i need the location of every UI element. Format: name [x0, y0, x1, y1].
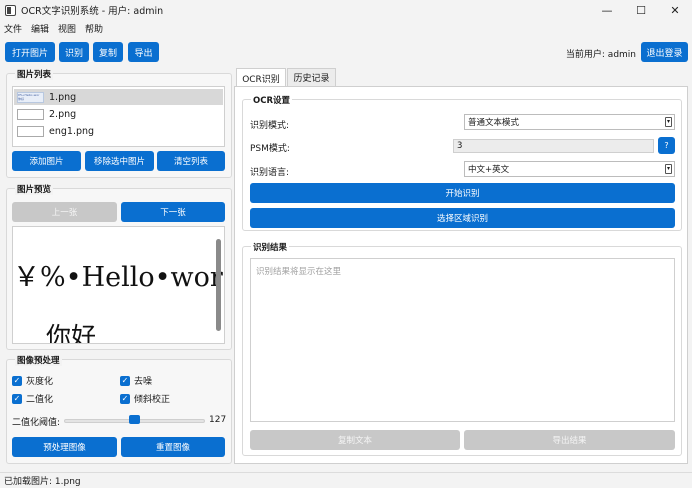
add-image-button[interactable]: 添加图片 — [12, 151, 81, 171]
window-controls: — ☐ ✕ — [590, 0, 692, 20]
list-item[interactable]: eng1.png — [14, 123, 223, 139]
remove-image-button[interactable]: 移除选中图片 — [85, 151, 154, 171]
app-icon — [5, 4, 16, 16]
menu-view[interactable]: 视图 — [58, 22, 76, 35]
threshold-slider-handle[interactable] — [129, 415, 140, 424]
denoise-checkbox[interactable]: ✓ 去噪 — [120, 374, 152, 387]
result-placeholder: 识别结果将显示在这里 — [256, 267, 342, 277]
file-name: 2.png — [49, 108, 77, 120]
psm-help-button[interactable]: ? — [658, 137, 675, 154]
image-preview-title: 图片预览 — [15, 183, 54, 195]
preprocess-title: 图像预处理 — [15, 354, 62, 366]
open-image-button[interactable]: 打开图片 — [5, 42, 55, 62]
result-title: 识别结果 — [251, 241, 290, 253]
menu-edit[interactable]: 编辑 — [31, 22, 49, 35]
language-select[interactable]: 中文+英文 ▾ — [464, 161, 675, 177]
maximize-icon[interactable]: ☐ — [624, 0, 658, 20]
mode-select-value: 普通文本模式 — [468, 118, 520, 128]
current-user-label: 当前用户: admin — [565, 50, 636, 60]
thumbnail-icon — [17, 125, 44, 137]
region-recognition-button[interactable]: 选择区域识别 — [250, 208, 675, 228]
preprocess-button[interactable]: 预处理图像 — [12, 437, 117, 457]
preview-text-line: 你好 — [46, 322, 97, 344]
tab-history[interactable]: 历史记录 — [287, 68, 336, 87]
recognize-button[interactable]: 识别 — [59, 42, 89, 62]
grayscale-checkbox[interactable]: ✓ 灰度化 — [12, 374, 53, 387]
export-button[interactable]: 导出 — [128, 42, 159, 62]
prev-image-button[interactable]: 上一张 — [12, 202, 117, 222]
image-file-list[interactable]: ¥%•Hello•wor 你好 1.png 2.png eng1.png — [12, 86, 225, 147]
menu-file[interactable]: 文件 — [4, 22, 22, 35]
title-bar: OCR文字识别系统 - 用户: admin — ☐ ✕ — [0, 0, 692, 20]
file-name: 1.png — [49, 91, 77, 103]
result-textarea[interactable]: 识别结果将显示在这里 — [250, 258, 675, 422]
clear-list-button[interactable]: 清空列表 — [157, 151, 225, 171]
window-title: OCR文字识别系统 - 用户: admin — [21, 6, 164, 17]
file-name: eng1.png — [49, 125, 95, 137]
mode-select[interactable]: 普通文本模式 ▾ — [464, 114, 675, 130]
close-icon[interactable]: ✕ — [658, 0, 692, 20]
preview-scrollbar[interactable] — [216, 239, 221, 331]
preview-text-line: ￥%•Hello•wor — [13, 262, 223, 293]
status-bar: 已加载图片: 1.png — [0, 472, 692, 488]
logout-button[interactable]: 退出登录 — [641, 42, 688, 62]
ocr-settings-title: OCR设置 — [251, 94, 293, 106]
threshold-value: 127 — [209, 415, 227, 425]
copy-button[interactable]: 复制 — [93, 42, 123, 62]
mode-label: 识别模式: — [250, 121, 290, 131]
language-select-value: 中文+英文 — [468, 165, 510, 175]
checkbox-label: 灰度化 — [26, 377, 54, 387]
deskew-checkbox[interactable]: ✓ 倾斜校正 — [120, 392, 170, 405]
check-icon: ✓ — [12, 393, 22, 404]
thumbnail-icon — [17, 108, 44, 120]
status-text: 已加载图片: 1.png — [4, 477, 81, 487]
reset-image-button[interactable]: 重置图像 — [121, 437, 225, 457]
next-image-button[interactable]: 下一张 — [121, 202, 225, 222]
image-list-title: 图片列表 — [15, 68, 54, 80]
binarize-checkbox[interactable]: ✓ 二值化 — [12, 392, 53, 405]
copy-text-button[interactable]: 复制文本 — [250, 430, 460, 450]
thumbnail-icon: ¥%•Hello•wor 你好 — [17, 91, 44, 103]
menu-bar: 文件 编辑 视图 帮助 — [0, 20, 112, 36]
checkbox-label: 去噪 — [134, 377, 153, 387]
toolbar: 打开图片 识别 复制 导出 当前用户: admin 退出登录 — [0, 40, 692, 64]
menu-help[interactable]: 帮助 — [85, 22, 103, 35]
threshold-label: 二值化阈值: — [12, 418, 61, 428]
psm-input[interactable]: 3 — [453, 139, 654, 153]
start-recognition-button[interactable]: 开始识别 — [250, 183, 675, 203]
image-preview-canvas: ￥%•Hello•wor 你好 — [12, 226, 225, 344]
minimize-icon[interactable]: — — [590, 0, 624, 20]
list-item[interactable]: 2.png — [14, 106, 223, 122]
chevron-down-icon: ▾ — [665, 117, 672, 127]
checkbox-label: 二值化 — [26, 395, 54, 405]
tab-ocr[interactable]: OCR识别 — [236, 68, 286, 87]
list-item[interactable]: ¥%•Hello•wor 你好 1.png — [14, 89, 223, 105]
chevron-down-icon: ▾ — [665, 164, 672, 174]
check-icon: ✓ — [12, 375, 22, 386]
checkbox-label: 倾斜校正 — [134, 395, 171, 405]
psm-input-value: 3 — [457, 141, 463, 151]
check-icon: ✓ — [120, 393, 130, 404]
export-result-button[interactable]: 导出结果 — [464, 430, 675, 450]
psm-label: PSM模式: — [250, 144, 290, 154]
language-label: 识别语言: — [250, 168, 290, 178]
check-icon: ✓ — [120, 375, 130, 386]
